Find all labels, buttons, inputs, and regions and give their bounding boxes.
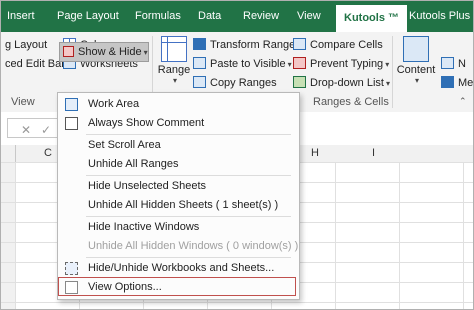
show-hide-icon <box>63 46 74 57</box>
column-header[interactable]: C <box>44 147 52 159</box>
view-options-highlight-box <box>58 277 296 296</box>
cancel-icon[interactable]: ✕ <box>21 123 31 137</box>
ribbon-tab-bar: Insert Page Layout Formulas Data Review … <box>1 1 473 32</box>
excel-window: Insert Page Layout Formulas Data Review … <box>0 0 474 310</box>
partial-n-icon <box>441 57 454 69</box>
copy-ranges-icon <box>193 76 206 88</box>
tab-kutools-plus[interactable]: Kutools Plus <box>409 10 470 22</box>
paging-layout-button[interactable]: g Layout <box>5 36 47 54</box>
menu-item-hide-inactive-windows[interactable]: Hide Inactive Windows <box>58 218 297 237</box>
tab-insert[interactable]: Insert <box>7 10 35 22</box>
dropdown-list-icon <box>293 76 306 88</box>
menu-item-work-area[interactable]: Work Area <box>58 95 297 114</box>
range-icon <box>161 36 187 62</box>
menu-item-unhide-all-ranges[interactable]: Unhide All Ranges <box>58 155 297 174</box>
partial-me-icon <box>441 76 454 88</box>
paste-to-visible-button[interactable]: Paste to Visible ▾ <box>193 55 292 73</box>
tab-view[interactable]: View <box>297 10 321 22</box>
content-button[interactable]: Content ▾ <box>395 36 437 85</box>
view-group-label: View <box>11 96 35 108</box>
chevron-down-icon: ▾ <box>414 76 419 85</box>
hide-unhide-workbooks-icon <box>65 262 78 275</box>
chevron-down-icon: ▾ <box>385 79 390 88</box>
dropdown-list-button[interactable]: Drop-down List ▾ <box>293 74 390 92</box>
compare-cells-icon <box>293 38 306 50</box>
menu-item-hide-unhide-workbooks[interactable]: Hide/Unhide Workbooks and Sheets... <box>58 259 297 278</box>
menu-item-set-scroll-area[interactable]: Set Scroll Area <box>58 136 297 155</box>
chevron-down-icon: ▾ <box>385 60 390 69</box>
tab-review[interactable]: Review <box>243 10 279 22</box>
name-box[interactable] <box>7 118 59 138</box>
show-hide-menu: Work Area Always Show Comment Set Scroll… <box>57 92 300 300</box>
transform-range-icon <box>193 38 206 50</box>
ranges-cells-group-label: Ranges & Cells <box>313 96 389 108</box>
range-button[interactable]: Range ▾ <box>157 36 191 85</box>
tab-data[interactable]: Data <box>198 10 221 22</box>
group-separator <box>392 36 393 108</box>
ribbon-collapse-icon[interactable]: ⌃ <box>459 96 467 107</box>
tab-kutools[interactable]: Kutools ™ <box>336 5 407 32</box>
work-area-icon <box>65 98 78 111</box>
paste-to-visible-icon <box>193 57 206 69</box>
menu-separator <box>86 257 291 258</box>
menu-item-unhide-all-hidden-windows: Unhide All Hidden Windows ( 0 window(s) … <box>88 240 299 252</box>
menu-item-hide-unselected-sheets[interactable]: Hide Unselected Sheets <box>58 177 297 196</box>
tab-page-layout[interactable]: Page Layout <box>57 10 119 22</box>
chevron-down-icon: ▾ <box>172 76 177 85</box>
enter-icon[interactable]: ✓ <box>41 123 51 137</box>
menu-separator <box>86 216 291 217</box>
transform-range-button[interactable]: Transform Range <box>193 36 295 54</box>
menu-item-unhide-all-hidden-sheets[interactable]: Unhide All Hidden Sheets ( 1 sheet(s) ) <box>58 196 297 215</box>
content-icon <box>403 36 429 62</box>
partial-button-n[interactable]: N <box>441 55 466 73</box>
prevent-typing-icon <box>293 57 306 69</box>
chevron-down-icon: ▾ <box>287 60 292 69</box>
column-header[interactable]: I <box>372 147 375 159</box>
checkbox-icon[interactable] <box>65 117 78 130</box>
menu-item-always-show-comment[interactable]: Always Show Comment <box>58 114 297 133</box>
show-hide-button[interactable]: Show & Hide ▾ <box>59 42 149 62</box>
menu-separator <box>86 175 291 176</box>
prevent-typing-button[interactable]: Prevent Typing ▾ <box>293 55 389 73</box>
copy-ranges-button[interactable]: Copy Ranges <box>193 74 277 92</box>
compare-cells-button[interactable]: Compare Cells <box>293 36 383 54</box>
menu-separator <box>86 134 291 135</box>
chevron-down-icon: ▾ <box>143 48 148 57</box>
partial-button-me[interactable]: Me <box>441 74 473 92</box>
tab-formulas[interactable]: Formulas <box>135 10 181 22</box>
edit-bar-button[interactable]: ced Edit Bar <box>5 55 65 73</box>
column-header[interactable]: H <box>311 147 319 159</box>
